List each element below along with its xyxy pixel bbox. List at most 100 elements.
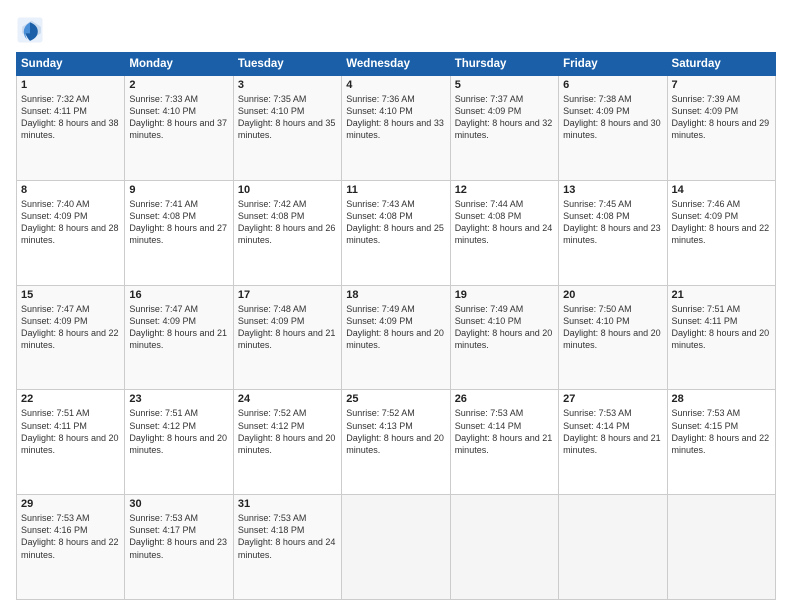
logo-icon [16, 16, 44, 44]
calendar-cell: 6Sunrise: 7:38 AMSunset: 4:09 PMDaylight… [559, 76, 667, 181]
day-number: 15 [21, 289, 120, 301]
day-number: 27 [563, 393, 662, 405]
day-number: 20 [563, 289, 662, 301]
day-number: 24 [238, 393, 337, 405]
calendar-cell: 24 Sunrise: 7:52 AMSunset: 4:12 PMDayligh… [233, 390, 341, 495]
week-row-2: 8 Sunrise: 7:40 AMSunset: 4:09 PMDaylight… [17, 180, 776, 285]
week-row-1: 1Sunrise: 7:32 AMSunset: 4:11 PMDaylight… [17, 76, 776, 181]
calendar-body: 1Sunrise: 7:32 AMSunset: 4:11 PMDaylight… [17, 76, 776, 600]
cell-text: Sunrise: 7:44 AMSunset: 4:08 PMDaylight:… [455, 198, 554, 247]
calendar-cell: 19 Sunrise: 7:49 AMSunset: 4:10 PMDayligh… [450, 285, 558, 390]
cell-text: Sunrise: 7:53 AMSunset: 4:15 PMDaylight:… [672, 407, 771, 456]
calendar-cell: 25Sunrise: 7:52 AMSunset: 4:13 PMDayligh… [342, 390, 450, 495]
calendar-cell: 9Sunrise: 7:41 AMSunset: 4:08 PMDaylight… [125, 180, 233, 285]
day-number: 5 [455, 79, 554, 91]
cell-text: Sunrise: 7:45 AMSunset: 4:08 PMDaylight:… [563, 198, 662, 247]
calendar-cell: 27 Sunrise: 7:53 AMSunset: 4:14 PMDayligh… [559, 390, 667, 495]
cell-text: Sunrise: 7:40 AMSunset: 4:09 PMDaylight:… [21, 198, 120, 247]
calendar-cell: 12 Sunrise: 7:44 AMSunset: 4:08 PMDayligh… [450, 180, 558, 285]
calendar-cell: 21Sunrise: 7:51 AMSunset: 4:11 PMDayligh… [667, 285, 775, 390]
cell-text: Sunrise: 7:49 AMSunset: 4:09 PMDaylight:… [346, 303, 445, 352]
cell-text: Sunrise: 7:37 AMSunset: 4:09 PMDaylight:… [455, 93, 554, 142]
cell-text: Sunrise: 7:48 AMSunset: 4:09 PMDaylight:… [238, 303, 337, 352]
header-day-sunday: Sunday [17, 53, 125, 76]
cell-text: Sunrise: 7:53 AMSunset: 4:14 PMDaylight:… [455, 407, 554, 456]
cell-text: Sunrise: 7:47 AMSunset: 4:09 PMDaylight:… [129, 303, 228, 352]
header-day-wednesday: Wednesday [342, 53, 450, 76]
cell-text: Sunrise: 7:53 AMSunset: 4:16 PMDaylight:… [21, 512, 120, 561]
week-row-3: 15 Sunrise: 7:47 AMSunset: 4:09 PMDayligh… [17, 285, 776, 390]
day-number: 12 [455, 184, 554, 196]
header-day-tuesday: Tuesday [233, 53, 341, 76]
cell-text: Sunrise: 7:53 AMSunset: 4:18 PMDaylight:… [238, 512, 337, 561]
day-number: 14 [672, 184, 771, 196]
calendar-cell: 16 Sunrise: 7:47 AMSunset: 4:09 PMDayligh… [125, 285, 233, 390]
calendar-cell [342, 495, 450, 600]
day-number: 8 [21, 184, 120, 196]
cell-text: Sunrise: 7:39 AMSunset: 4:09 PMDaylight:… [672, 93, 771, 142]
calendar-cell: 13 Sunrise: 7:45 AMSunset: 4:08 PMDayligh… [559, 180, 667, 285]
cell-text: Sunrise: 7:41 AMSunset: 4:08 PMDaylight:… [129, 198, 228, 247]
calendar-cell: 28 Sunrise: 7:53 AMSunset: 4:15 PMDayligh… [667, 390, 775, 495]
cell-text: Sunrise: 7:53 AMSunset: 4:14 PMDaylight:… [563, 407, 662, 456]
calendar-cell [667, 495, 775, 600]
cell-text: Sunrise: 7:36 AMSunset: 4:10 PMDaylight:… [346, 93, 445, 142]
calendar-cell [559, 495, 667, 600]
day-number: 29 [21, 498, 120, 510]
calendar-cell: 29 Sunrise: 7:53 AMSunset: 4:16 PMDayligh… [17, 495, 125, 600]
day-number: 21 [672, 289, 771, 301]
calendar-table: SundayMondayTuesdayWednesdayThursdayFrid… [16, 52, 776, 600]
cell-text: Sunrise: 7:51 AMSunset: 4:11 PMDaylight:… [21, 407, 120, 456]
day-number: 28 [672, 393, 771, 405]
day-number: 10 [238, 184, 337, 196]
calendar-cell: 22 Sunrise: 7:51 AMSunset: 4:11 PMDayligh… [17, 390, 125, 495]
week-row-4: 22 Sunrise: 7:51 AMSunset: 4:11 PMDayligh… [17, 390, 776, 495]
cell-text: Sunrise: 7:32 AMSunset: 4:11 PMDaylight:… [21, 93, 120, 142]
day-number: 7 [672, 79, 771, 91]
cell-text: Sunrise: 7:42 AMSunset: 4:08 PMDaylight:… [238, 198, 337, 247]
header-day-saturday: Saturday [667, 53, 775, 76]
day-number: 11 [346, 184, 445, 196]
day-number: 19 [455, 289, 554, 301]
calendar-header: SundayMondayTuesdayWednesdayThursdayFrid… [17, 53, 776, 76]
day-number: 22 [21, 393, 120, 405]
header [16, 12, 776, 44]
calendar-cell: 3Sunrise: 7:35 AMSunset: 4:10 PMDaylight… [233, 76, 341, 181]
cell-text: Sunrise: 7:38 AMSunset: 4:09 PMDaylight:… [563, 93, 662, 142]
cell-text: Sunrise: 7:43 AMSunset: 4:08 PMDaylight:… [346, 198, 445, 247]
cell-text: Sunrise: 7:49 AMSunset: 4:10 PMDaylight:… [455, 303, 554, 352]
cell-text: Sunrise: 7:33 AMSunset: 4:10 PMDaylight:… [129, 93, 228, 142]
calendar-cell: 15Sunrise: 7:47 AMSunset: 4:09 PMDayligh… [17, 285, 125, 390]
week-row-5: 29 Sunrise: 7:53 AMSunset: 4:16 PMDayligh… [17, 495, 776, 600]
calendar-cell: 20 Sunrise: 7:50 AMSunset: 4:10 PMDayligh… [559, 285, 667, 390]
day-number: 23 [129, 393, 228, 405]
cell-text: Sunrise: 7:50 AMSunset: 4:10 PMDaylight:… [563, 303, 662, 352]
day-number: 30 [129, 498, 228, 510]
day-number: 18 [346, 289, 445, 301]
day-number: 13 [563, 184, 662, 196]
cell-text: Sunrise: 7:51 AMSunset: 4:12 PMDaylight:… [129, 407, 228, 456]
day-number: 4 [346, 79, 445, 91]
day-number: 16 [129, 289, 228, 301]
header-day-thursday: Thursday [450, 53, 558, 76]
calendar-cell: 14 Sunrise: 7:46 AMSunset: 4:09 PMDayligh… [667, 180, 775, 285]
day-number: 26 [455, 393, 554, 405]
page: SundayMondayTuesdayWednesdayThursdayFrid… [0, 0, 792, 612]
header-row: SundayMondayTuesdayWednesdayThursdayFrid… [17, 53, 776, 76]
cell-text: Sunrise: 7:52 AMSunset: 4:13 PMDaylight:… [346, 407, 445, 456]
calendar-cell: 23 Sunrise: 7:51 AMSunset: 4:12 PMDayligh… [125, 390, 233, 495]
calendar-cell: 4 Sunrise: 7:36 AMSunset: 4:10 PMDaylight… [342, 76, 450, 181]
cell-text: Sunrise: 7:52 AMSunset: 4:12 PMDaylight:… [238, 407, 337, 456]
calendar-cell: 1Sunrise: 7:32 AMSunset: 4:11 PMDaylight… [17, 76, 125, 181]
logo [16, 16, 48, 44]
calendar-cell [450, 495, 558, 600]
header-day-friday: Friday [559, 53, 667, 76]
day-number: 2 [129, 79, 228, 91]
cell-text: Sunrise: 7:53 AMSunset: 4:17 PMDaylight:… [129, 512, 228, 561]
calendar-cell: 8 Sunrise: 7:40 AMSunset: 4:09 PMDaylight… [17, 180, 125, 285]
calendar-cell: 5 Sunrise: 7:37 AMSunset: 4:09 PMDaylight… [450, 76, 558, 181]
calendar-cell: 31 Sunrise: 7:53 AMSunset: 4:18 PMDayligh… [233, 495, 341, 600]
calendar-cell: 18 Sunrise: 7:49 AMSunset: 4:09 PMDayligh… [342, 285, 450, 390]
cell-text: Sunrise: 7:46 AMSunset: 4:09 PMDaylight:… [672, 198, 771, 247]
day-number: 31 [238, 498, 337, 510]
